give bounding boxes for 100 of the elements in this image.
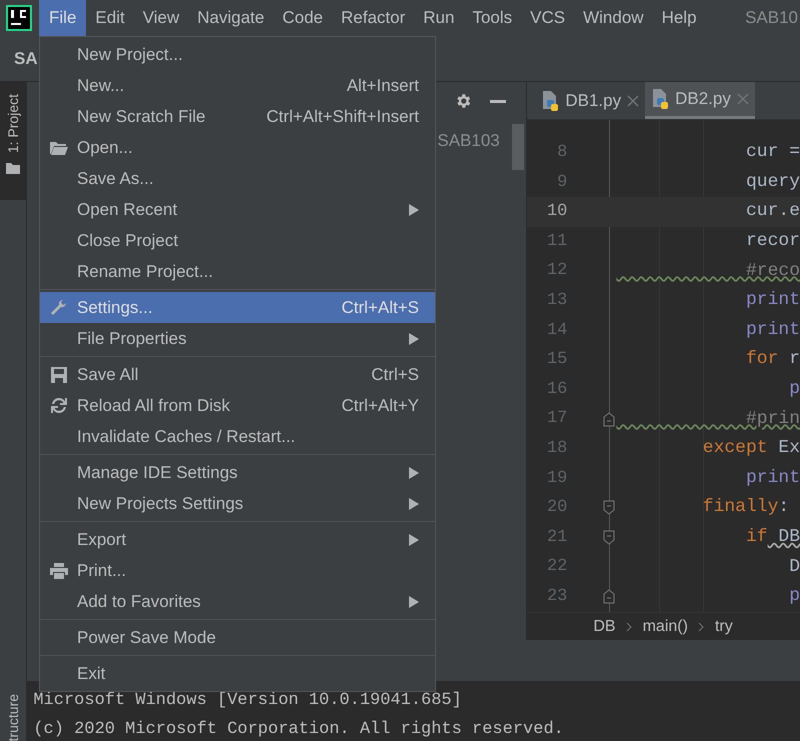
menu-bar-item[interactable]: Window xyxy=(574,0,653,36)
menu-item[interactable]: Print... xyxy=(40,555,435,586)
line-number: 20 xyxy=(546,497,568,520)
menu-item[interactable]: Close Project xyxy=(40,225,435,256)
menu-item[interactable]: Settings... Ctrl+Alt+S xyxy=(40,292,435,323)
python-file-icon xyxy=(651,89,670,109)
editor-tab[interactable]: DB1.py xyxy=(535,82,646,119)
menu-item[interactable]: Add to Favorites xyxy=(40,586,435,617)
project-name: SA xyxy=(14,48,38,70)
shortcut-label: Ctrl+Alt+S xyxy=(342,296,419,319)
code-line: recor xyxy=(744,230,800,254)
menu-item[interactable]: Power Save Mode xyxy=(40,622,435,653)
menu-bar-item[interactable]: Help xyxy=(652,0,706,36)
submenu-arrow-icon xyxy=(409,332,419,344)
breadcrumb-item[interactable]: try xyxy=(714,614,733,638)
menu-bar-item[interactable]: Navigate xyxy=(188,0,274,36)
menu-item[interactable]: Exit xyxy=(40,658,435,689)
menu-item-label: Add to Favorites xyxy=(77,590,201,613)
code-line: cur = xyxy=(744,141,800,164)
tab-label: DB1.py xyxy=(565,90,622,112)
menu-item-label: Reload All from Disk xyxy=(77,394,230,417)
menu-item-label: Save All xyxy=(77,364,138,386)
line-number: 15 xyxy=(546,349,568,372)
folder-icon xyxy=(50,140,68,155)
breadcrumb-item[interactable]: DB xyxy=(593,614,616,638)
editor-tab[interactable]: DB2.py xyxy=(645,82,755,119)
submenu-arrow-icon xyxy=(409,534,419,546)
menu-item-label: New... xyxy=(77,74,124,97)
shortcut-label: Ctrl+S xyxy=(371,364,419,386)
menu-item-label: Print... xyxy=(77,560,126,582)
fold-marker-icon xyxy=(603,530,616,546)
menu-bar-item[interactable]: File xyxy=(39,0,86,36)
line-number: 19 xyxy=(546,468,568,490)
code-line: if DB xyxy=(744,526,800,550)
code-line: except Ex xyxy=(702,437,800,460)
code-line: for r xyxy=(744,348,800,372)
menu-item[interactable]: New Project... xyxy=(40,39,435,70)
shortcut-label: Ctrl+Alt+Shift+Insert xyxy=(266,106,419,128)
line-number: 8 xyxy=(556,142,568,164)
menu-bar-item[interactable]: View xyxy=(134,0,188,36)
submenu-arrow-icon xyxy=(409,204,419,216)
menu-item[interactable]: Save All Ctrl+S xyxy=(40,359,435,390)
menu-item-label: Open Recent xyxy=(77,198,178,221)
menu-item[interactable]: New Projects Settings xyxy=(40,488,435,519)
code-line: print xyxy=(744,466,800,490)
menu-bar-item[interactable]: VCS xyxy=(521,0,574,36)
line-number: 12 xyxy=(546,260,568,282)
menu-item-label: Export xyxy=(77,528,126,551)
scrollbar-thumb[interactable] xyxy=(512,124,524,170)
project-tool-tab[interactable]: 1: Project xyxy=(0,82,26,200)
window-title: SAB10 xyxy=(745,7,799,30)
menu-item-label: New Projects Settings xyxy=(77,492,244,515)
code-line: p xyxy=(788,585,800,608)
code-line: print xyxy=(744,289,800,312)
folder-icon xyxy=(6,161,20,174)
menu-item[interactable]: Reload All from Disk Ctrl+Alt+Y xyxy=(40,390,435,421)
menu-item[interactable]: Manage IDE Settings xyxy=(40,457,435,488)
chevron-icon xyxy=(698,622,705,632)
menu-item[interactable]: Export xyxy=(40,524,435,555)
structure-tool-tab[interactable]: tructure xyxy=(2,694,24,741)
code-line: D xyxy=(788,556,800,579)
submenu-arrow-icon xyxy=(409,498,419,510)
wrench-icon xyxy=(50,299,67,316)
close-icon[interactable] xyxy=(736,93,749,105)
terminal-line: (c) 2020 Microsoft Corporation. All rights reserved. xyxy=(33,719,565,741)
fold-marker-icon xyxy=(603,500,616,516)
menu-item[interactable]: Open... xyxy=(40,132,435,163)
menu-item[interactable]: New Scratch File Ctrl+Alt+Shift+Insert xyxy=(40,101,435,132)
app-logo-icon xyxy=(6,5,32,31)
menu-item[interactable]: New... Alt+Insert xyxy=(40,70,435,101)
line-number: 21 xyxy=(546,526,568,549)
menu-bar-item[interactable]: Run xyxy=(414,0,464,36)
menu-item[interactable]: File Properties xyxy=(40,323,435,354)
menu-item[interactable]: Save As... xyxy=(40,163,435,194)
close-icon[interactable] xyxy=(627,94,640,106)
menu-item-label: Settings... xyxy=(77,296,153,319)
menu-bar-item[interactable]: Edit xyxy=(86,0,134,36)
menu-bar-item[interactable]: Refactor xyxy=(332,0,414,36)
shortcut-label: Alt+Insert xyxy=(346,74,419,97)
menu-bar-item[interactable]: Code xyxy=(273,0,332,36)
menu-item-label: File Properties xyxy=(77,328,187,350)
fold-marker-icon xyxy=(603,412,616,427)
tree-item[interactable]: SAB103 xyxy=(437,128,510,154)
line-number: 18 xyxy=(546,438,568,460)
terminal-line: Microsoft Windows [Version 10.0.19041.685] xyxy=(33,690,463,712)
breadcrumb-item[interactable]: main() xyxy=(642,614,688,638)
line-number: 22 xyxy=(546,556,568,578)
menu-bar-item[interactable]: Tools xyxy=(463,0,522,36)
python-file-icon xyxy=(541,90,560,110)
menu-item-label: Open... xyxy=(77,136,133,159)
chevron-icon xyxy=(626,622,633,632)
submenu-arrow-icon xyxy=(409,466,419,478)
line-number: 10 xyxy=(546,201,568,224)
menu-item[interactable]: Rename Project... xyxy=(40,256,435,287)
shortcut-label: Ctrl+Alt+Y xyxy=(342,394,419,417)
code-line: p xyxy=(788,378,800,402)
minimize-icon[interactable] xyxy=(490,100,506,102)
menu-item[interactable]: Open Recent xyxy=(40,194,435,225)
menu-item[interactable]: Invalidate Caches / Restart... xyxy=(40,421,435,452)
fold-marker-icon xyxy=(603,589,616,604)
